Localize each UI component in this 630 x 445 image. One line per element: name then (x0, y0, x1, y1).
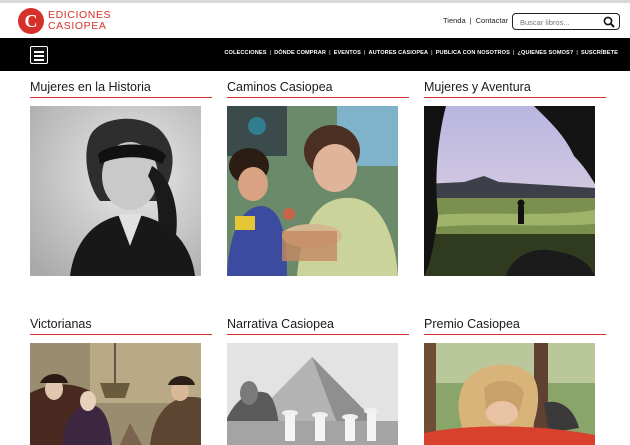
collection-image[interactable] (30, 343, 201, 445)
logo-line-2: CASIOPEA (48, 20, 107, 32)
collection-image[interactable] (227, 106, 398, 276)
nav-item-quienes-somos[interactable]: ¿QUIENES SOMOS? (517, 50, 573, 56)
search-icon[interactable] (603, 16, 615, 28)
nav-item-autores[interactable]: AUTORES CASIOPEA (369, 50, 429, 56)
nav-item-donde-comprar[interactable]: DÓNDE COMPRAR (274, 50, 326, 56)
collection-card-mujeres-aventura[interactable]: Mujeres y Aventura (424, 80, 608, 276)
menu-hamburger-icon[interactable] (30, 46, 48, 64)
title-divider (227, 334, 409, 335)
nav-separator: | (363, 50, 366, 56)
collection-image[interactable] (30, 106, 201, 276)
nav-menu: COLECCIONES | DÓNDE COMPRAR | EVENTOS | … (224, 50, 618, 56)
store-link[interactable]: Tienda (443, 16, 466, 25)
collection-image[interactable] (424, 106, 595, 276)
collection-title[interactable]: Mujeres en la Historia (30, 80, 214, 96)
title-divider (227, 97, 409, 98)
nav-item-publica[interactable]: PUBLICA CON NOSOTROS (436, 50, 510, 56)
title-divider (424, 97, 606, 98)
logo-mark-icon: C (18, 8, 44, 34)
collection-card-narrativa[interactable]: Narrativa Casiopea (227, 317, 411, 445)
title-divider (30, 97, 212, 98)
brand-logo[interactable]: C EDICIONES CASIOPEA (18, 8, 111, 34)
nav-separator: | (576, 50, 578, 56)
nav-separator: | (431, 50, 433, 56)
title-divider (30, 334, 212, 335)
collection-card-caminos[interactable]: Caminos Casiopea (227, 80, 411, 276)
top-header: C EDICIONES CASIOPEA Tienda | Contactar (0, 0, 630, 38)
nav-separator: | (329, 50, 331, 56)
utility-separator: | (469, 16, 472, 25)
collection-card-premio[interactable]: Premio Casiopea (424, 317, 608, 445)
nav-item-eventos[interactable]: EVENTOS (334, 50, 361, 56)
collection-title[interactable]: Narrativa Casiopea (227, 317, 411, 333)
collection-title[interactable]: Caminos Casiopea (227, 80, 411, 96)
collection-card-victorianas[interactable]: Victorianas (30, 317, 214, 445)
nav-item-colecciones[interactable]: COLECCIONES (224, 50, 266, 56)
main-nav: COLECCIONES | DÓNDE COMPRAR | EVENTOS | … (0, 38, 630, 71)
logo-wordmark: EDICIONES CASIOPEA (48, 10, 111, 32)
collection-card-mujeres-historia[interactable]: Mujeres en la Historia (30, 80, 214, 276)
search-box (512, 13, 620, 30)
collection-image[interactable] (424, 343, 595, 445)
contact-link[interactable]: Contactar (476, 16, 509, 25)
collection-image[interactable] (227, 343, 398, 445)
search-input[interactable] (520, 16, 602, 28)
title-divider (424, 334, 606, 335)
collection-title[interactable]: Victorianas (30, 317, 214, 333)
nav-separator: | (269, 50, 272, 56)
utility-links: Tienda | Contactar (443, 16, 508, 25)
collection-title[interactable]: Premio Casiopea (424, 317, 608, 333)
nav-separator: | (512, 50, 515, 56)
collection-title[interactable]: Mujeres y Aventura (424, 80, 608, 96)
nav-item-suscribete[interactable]: SUSCRÍBETE (581, 50, 618, 56)
